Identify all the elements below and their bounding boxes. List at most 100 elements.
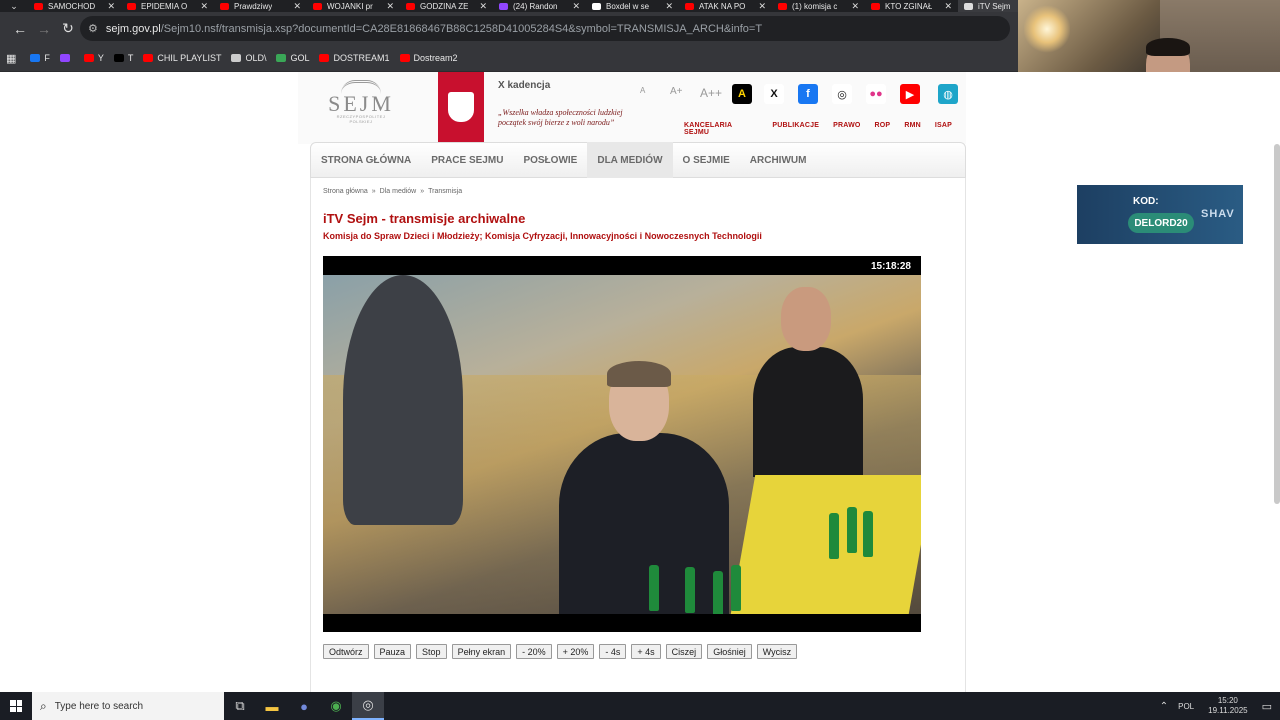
tab-close-icon[interactable]: ✕ bbox=[293, 1, 301, 12]
taskbar-clock[interactable]: 15:20 19.11.2025 bbox=[1208, 696, 1247, 716]
browser-tab[interactable]: KTO ZGINAŁ ✕ bbox=[865, 0, 958, 12]
bookmark-item[interactable]: GOL bbox=[276, 53, 309, 63]
tab-close-icon[interactable]: ✕ bbox=[200, 1, 208, 12]
tab-title: GODZINA ZE bbox=[420, 1, 469, 11]
browser-tab[interactable]: Prawdziwy ✕ bbox=[214, 0, 307, 12]
top-link[interactable]: ROP bbox=[875, 122, 891, 136]
x-icon[interactable]: X bbox=[764, 84, 784, 104]
player-control-button[interactable]: Stop bbox=[416, 644, 447, 659]
font-size-medium[interactable]: A+ bbox=[670, 86, 683, 97]
bookmark-item[interactable]: F bbox=[30, 53, 50, 63]
player-control-button[interactable]: Pauza bbox=[373, 644, 412, 659]
address-bar[interactable]: ⚙ sejm.gov.pl/Sejm10.nsf/transmisja.xsp?… bbox=[80, 16, 1010, 41]
browser-tab[interactable]: (24) Randon ✕ bbox=[493, 0, 586, 12]
video-frame[interactable] bbox=[323, 275, 921, 614]
page-scrollbar[interactable] bbox=[1274, 144, 1280, 504]
notification-icon[interactable]: ▭ bbox=[1262, 700, 1272, 713]
tab-close-icon[interactable]: ✕ bbox=[665, 1, 673, 12]
nav-item[interactable]: STRONA GŁÓWNA bbox=[311, 142, 421, 178]
bookmark-item[interactable]: DOSTREAM1 bbox=[319, 53, 390, 63]
player-control-button[interactable]: Wycisz bbox=[756, 644, 798, 659]
tab-close-icon[interactable]: ✕ bbox=[386, 1, 394, 12]
tab-close-icon[interactable]: ✕ bbox=[851, 1, 859, 12]
browser-tab[interactable]: WOJANKI pr ✕ bbox=[307, 0, 400, 12]
top-link[interactable]: PUBLIKACJE bbox=[772, 122, 819, 136]
tab-close-icon[interactable]: ✕ bbox=[572, 1, 580, 12]
bookmark-item[interactable] bbox=[59, 54, 74, 62]
nav-item[interactable]: DLA MEDIÓW bbox=[587, 142, 673, 178]
language-indicator[interactable]: POL bbox=[1178, 702, 1194, 711]
browser-tab[interactable]: (1) komisja c ✕ bbox=[772, 0, 865, 12]
breadcrumb-item[interactable]: Strona główna bbox=[323, 188, 368, 195]
discord-icon[interactable]: ● bbox=[288, 692, 320, 720]
youtube-icon[interactable]: ▶ bbox=[900, 84, 920, 104]
bookmark-icon bbox=[143, 54, 154, 62]
tab-close-icon[interactable]: ✕ bbox=[107, 1, 115, 12]
bookmark-item[interactable]: Y bbox=[83, 53, 104, 63]
browser-tab[interactable]: ATAK NA PO ✕ bbox=[679, 0, 772, 12]
facebook-icon[interactable]: f bbox=[798, 84, 818, 104]
player-control-button[interactable]: Pełny ekran bbox=[451, 644, 512, 659]
apps-icon[interactable]: ▦ bbox=[6, 52, 16, 65]
nav-item[interactable]: PRACE SEJMU bbox=[421, 142, 513, 178]
obs-icon[interactable]: ◎ bbox=[352, 692, 384, 720]
start-button[interactable] bbox=[0, 692, 32, 720]
flickr-icon[interactable]: ●● bbox=[866, 84, 886, 104]
taskbar-search[interactable]: ⌕ Type here to search bbox=[32, 692, 224, 720]
site-info-icon[interactable]: ⚙ bbox=[88, 22, 98, 35]
browser-tab[interactable]: SAMOCHOD ✕ bbox=[28, 0, 121, 12]
font-size-large[interactable]: A++ bbox=[700, 86, 722, 100]
nav-item[interactable]: POSŁOWIE bbox=[513, 142, 587, 178]
bookmark-item[interactable]: CHIL PLAYLIST bbox=[143, 53, 221, 63]
breadcrumb: Strona główna» Dla mediów» Transmisja bbox=[323, 188, 462, 195]
nav-item[interactable]: ARCHIWUM bbox=[740, 142, 817, 178]
top-link[interactable]: PRAWO bbox=[833, 122, 860, 136]
browser-tab[interactable]: EPIDEMIA O ✕ bbox=[121, 0, 214, 12]
video-player[interactable]: 15:18:28 bbox=[323, 256, 921, 632]
bookmarks-bar: ▦ F Y T CHIL PLAYLIST OLD\ GOL DOSTREAM1 Dostre… bbox=[0, 45, 1018, 72]
a-icon[interactable]: A bbox=[732, 84, 752, 104]
nav-item[interactable]: O SEJMIE bbox=[673, 142, 740, 178]
player-control-button[interactable]: + 20% bbox=[556, 644, 595, 659]
instagram-icon[interactable]: ◎ bbox=[832, 84, 852, 104]
top-link[interactable]: ISAP bbox=[935, 122, 952, 136]
browser-tab[interactable]: Boxdel w se ✕ bbox=[586, 0, 679, 12]
browser-tab[interactable]: GODZINA ZE ✕ bbox=[400, 0, 493, 12]
page-subtitle: Komisja do Spraw Dzieci i Młodzieży; Kom… bbox=[323, 231, 762, 241]
file-explorer-icon[interactable]: ▬ bbox=[256, 692, 288, 720]
top-link[interactable]: KANCELARIA SEJMU bbox=[684, 122, 758, 136]
reload-icon[interactable]: ↻ bbox=[56, 20, 80, 37]
back-icon[interactable]: ← bbox=[8, 21, 32, 37]
promo-banner[interactable]: KOD: DELORD20 SHAV bbox=[1077, 185, 1243, 244]
player-control-button[interactable]: + 4s bbox=[631, 644, 661, 659]
tab-search-icon[interactable]: ⌄ bbox=[0, 0, 28, 12]
tab-title: Boxdel w se bbox=[606, 1, 650, 11]
task-view-icon[interactable]: ⧉ bbox=[224, 692, 256, 720]
tab-favicon-icon bbox=[313, 2, 322, 10]
player-control-button[interactable]: Odtwórz bbox=[323, 644, 369, 659]
player-control-button[interactable]: Ciszej bbox=[665, 644, 703, 659]
sejm-icon[interactable]: ◍ bbox=[938, 84, 958, 104]
tab-title: EPIDEMIA O bbox=[141, 1, 188, 11]
bookmark-item[interactable]: Dostream2 bbox=[399, 53, 458, 63]
bookmark-label: Dostream2 bbox=[413, 53, 458, 63]
sejm-logo[interactable]: SEJM RZECZYPOSPOLITEJ POLSKIEJ bbox=[328, 80, 394, 132]
polish-eagle-emblem bbox=[438, 72, 484, 142]
bookmark-item[interactable]: OLD\ bbox=[231, 53, 266, 63]
search-placeholder: Type here to search bbox=[54, 700, 144, 712]
chrome-icon[interactable]: ◉ bbox=[320, 692, 352, 720]
tab-close-icon[interactable]: ✕ bbox=[944, 1, 952, 12]
tray-chevron-icon[interactable]: ⌃ bbox=[1160, 701, 1168, 712]
top-link[interactable]: RMN bbox=[904, 122, 921, 136]
forward-icon[interactable]: → bbox=[32, 21, 56, 37]
tab-close-icon[interactable]: ✕ bbox=[758, 1, 766, 12]
breadcrumb-item[interactable]: Dla mediów bbox=[380, 188, 417, 195]
tab-close-icon[interactable]: ✕ bbox=[479, 1, 487, 12]
player-control-button[interactable]: - 4s bbox=[599, 644, 627, 659]
bookmark-item[interactable]: T bbox=[113, 53, 133, 63]
bookmark-label: Y bbox=[97, 53, 104, 63]
player-control-button[interactable]: Głośniej bbox=[707, 644, 752, 659]
bookmark-label: DOSTREAM1 bbox=[333, 53, 390, 63]
font-size-small[interactable]: A bbox=[640, 86, 645, 95]
player-control-button[interactable]: - 20% bbox=[516, 644, 552, 659]
